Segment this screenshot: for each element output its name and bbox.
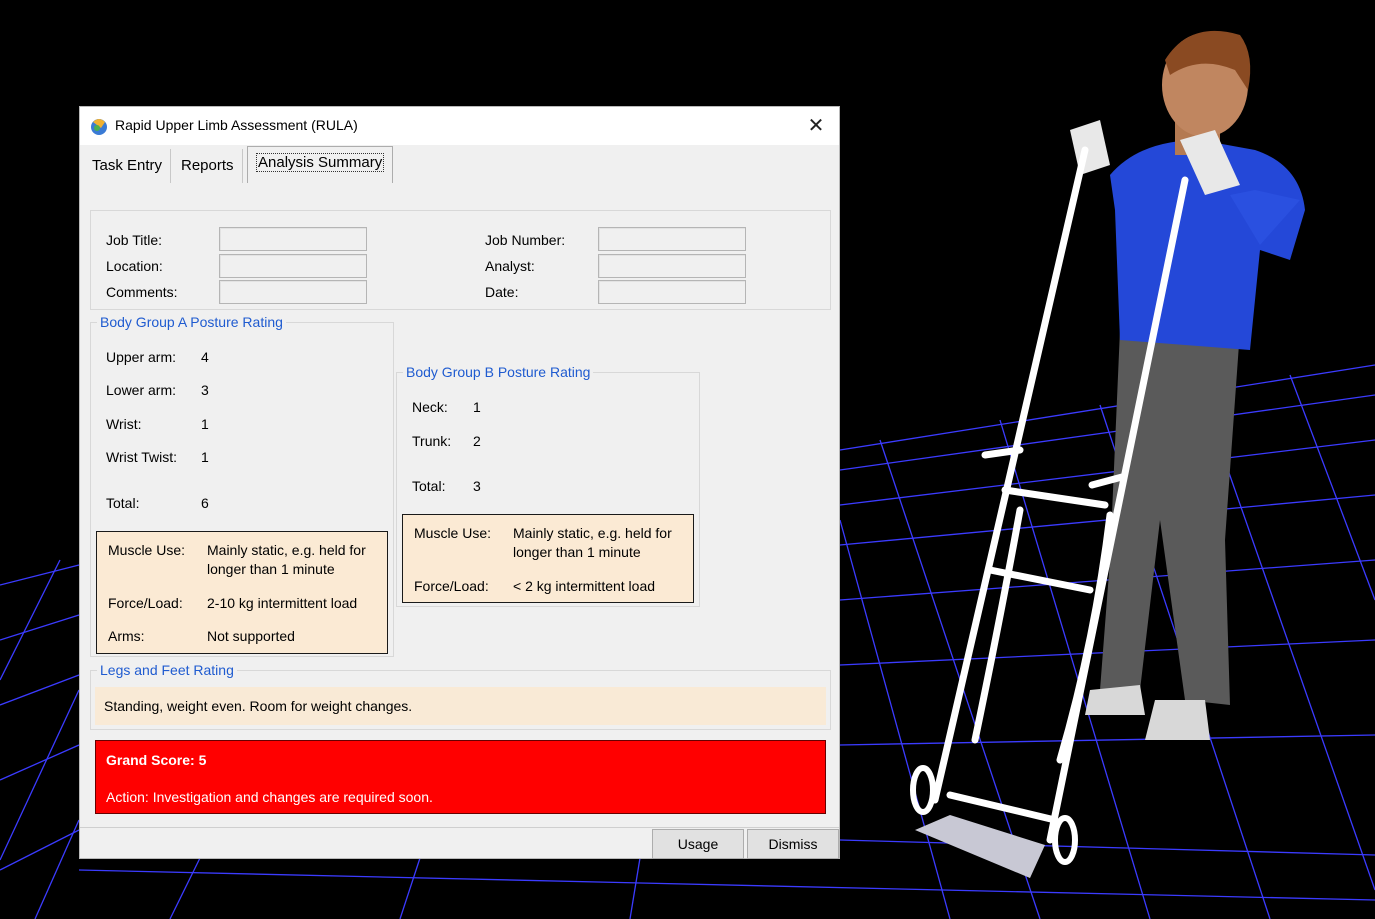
legs-legend: Legs and Feet Rating [97, 662, 237, 678]
tab-bar: Task Entry Reports Analysis Summary [80, 145, 839, 187]
muscle-use-label: Muscle Use: [108, 542, 186, 558]
body-group-b: Body Group B Posture Rating Neck: 1 Trun… [396, 364, 700, 607]
human-figure [1070, 30, 1305, 740]
usage-button[interactable]: Usage [652, 829, 744, 859]
tab-analysis-summary[interactable]: Analysis Summary [247, 146, 394, 183]
dismiss-button[interactable]: Dismiss [747, 829, 839, 859]
window-title: Rapid Upper Limb Assessment (RULA) [115, 117, 358, 133]
wrist-twist-value: 1 [201, 449, 209, 465]
group-b-legend: Body Group B Posture Rating [403, 364, 594, 380]
tab-reports[interactable]: Reports [173, 149, 243, 183]
upper-arm-value: 4 [201, 349, 209, 365]
lower-arm-label: Lower arm: [106, 382, 177, 398]
close-icon[interactable]: ✕ [801, 111, 831, 141]
group-a-legend: Body Group A Posture Rating [97, 314, 286, 330]
group-a-total-value: 6 [201, 495, 209, 511]
arms-label: Arms: [108, 628, 145, 644]
muscle-use-line2: longer than 1 minute [513, 544, 641, 560]
truck-nose-plate [915, 815, 1045, 878]
group-b-total-value: 3 [473, 478, 481, 494]
tab-label: Reports [181, 157, 234, 174]
group-a-total-label: Total: [106, 495, 140, 511]
trunk-label: Trunk: [412, 433, 452, 449]
tab-task-entry[interactable]: Task Entry [84, 149, 172, 183]
grand-score-text: Grand Score: 5 [106, 752, 207, 768]
comments-label: Comments: [106, 284, 178, 300]
trunk-value: 2 [473, 433, 481, 449]
left-wheel [910, 765, 936, 815]
grand-score-box: Grand Score: 5 Action: Investigation and… [95, 740, 826, 814]
date-label: Date: [485, 284, 519, 300]
job-number-label: Job Number: [485, 232, 566, 248]
wrist-value: 1 [201, 416, 209, 432]
legs-rating-text: Standing, weight even. Room for weight c… [104, 698, 413, 714]
force-load-value: < 2 kg intermittent load [513, 578, 656, 594]
group-b-muscle-force-box: Muscle Use: Mainly static, e.g. held for… [402, 514, 694, 603]
analyst-field[interactable] [598, 254, 746, 278]
lower-arm-value: 3 [201, 382, 209, 398]
muscle-use-line2: longer than 1 minute [207, 561, 335, 577]
action-text: Action: Investigation and changes are re… [106, 789, 433, 805]
force-load-label: Force/Load: [414, 578, 489, 594]
muscle-use-line1: Mainly static, e.g. held for [513, 525, 672, 541]
comments-field[interactable] [219, 280, 367, 304]
wrist-twist-label: Wrist Twist: [106, 449, 178, 465]
job-info-group: Job Title: Location: Comments: Job Numbe… [90, 210, 831, 310]
upper-arm-label: Upper arm: [106, 349, 177, 365]
wrist-label: Wrist: [106, 416, 142, 432]
tab-label: Analysis Summary [256, 153, 385, 172]
date-field[interactable] [598, 280, 746, 304]
force-load-value: 2-10 kg intermittent load [207, 595, 358, 611]
job-title-label: Job Title: [106, 232, 163, 248]
rula-dialog: Rapid Upper Limb Assessment (RULA) ✕ Tas… [79, 106, 840, 859]
body-group-a: Body Group A Posture Rating Upper arm: 4… [90, 314, 394, 657]
job-title-field[interactable] [219, 227, 367, 251]
right-wheel [1052, 815, 1078, 865]
neck-value: 1 [473, 399, 481, 415]
location-field[interactable] [219, 254, 367, 278]
legs-feet-group: Legs and Feet Rating Standing, weight ev… [90, 662, 831, 730]
title-bar[interactable]: Rapid Upper Limb Assessment (RULA) ✕ [80, 107, 839, 145]
group-a-muscle-force-box: Muscle Use: Mainly static, e.g. held for… [96, 531, 388, 654]
location-label: Location: [106, 258, 163, 274]
legs-rating-box: Standing, weight even. Room for weight c… [95, 687, 826, 725]
analyst-label: Analyst: [485, 258, 535, 274]
button-bar-divider [80, 827, 839, 828]
job-number-field[interactable] [598, 227, 746, 251]
force-load-label: Force/Load: [108, 595, 183, 611]
app-icon [91, 119, 107, 135]
group-b-total-label: Total: [412, 478, 446, 494]
arms-value: Not supported [207, 628, 295, 644]
neck-label: Neck: [412, 399, 448, 415]
tab-label: Task Entry [92, 157, 163, 174]
muscle-use-line1: Mainly static, e.g. held for [207, 542, 366, 558]
muscle-use-label: Muscle Use: [414, 525, 492, 541]
